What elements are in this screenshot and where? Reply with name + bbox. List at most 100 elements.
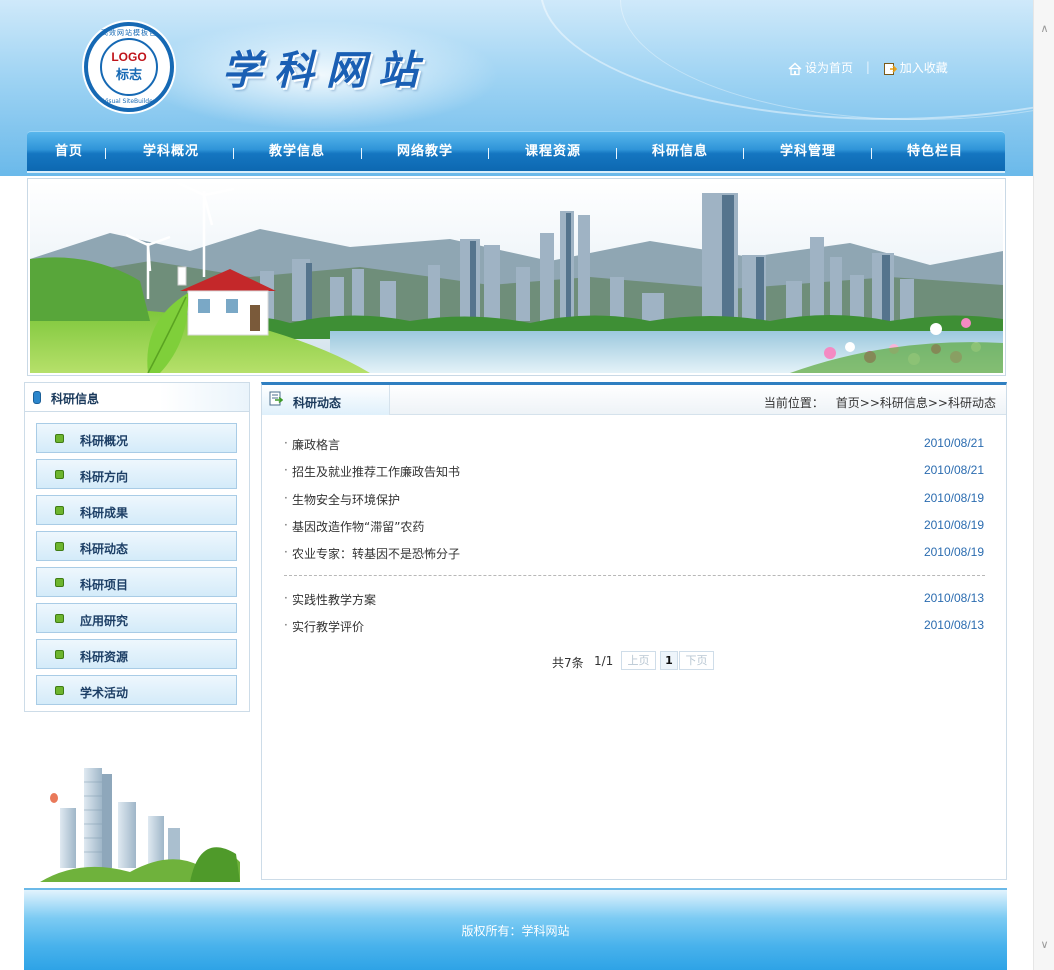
scroll-down-icon[interactable]: ∨ bbox=[1034, 936, 1054, 954]
set-home-link[interactable]: 设为首页 bbox=[788, 59, 853, 76]
site-title: 学科网站 bbox=[222, 47, 430, 94]
news-title-link[interactable]: 生物安全与环境保护 bbox=[292, 491, 400, 508]
copyright-text: 版权所有：学科网站 bbox=[461, 924, 570, 938]
sidebar-item-label[interactable]: 科研概况 bbox=[80, 432, 128, 449]
list-item[interactable]: · 招生及就业推荐工作廉政告知书 2010/08/21 bbox=[284, 463, 984, 483]
sidebar-item-label[interactable]: 学术活动 bbox=[80, 684, 128, 701]
bullet: · bbox=[284, 491, 288, 505]
scroll-up-icon[interactable]: ∧ bbox=[1034, 20, 1054, 38]
list-item[interactable]: · 廉政格言 2010/08/21 bbox=[284, 436, 984, 456]
content-header: 科研动态 当前位置： 首页>>科研信息>>科研动态 bbox=[262, 385, 1006, 415]
battery-icon bbox=[33, 391, 41, 404]
sidebar-item-research-results[interactable]: 科研成果 bbox=[36, 495, 237, 525]
tab-research-news[interactable]: 科研动态 bbox=[262, 385, 390, 415]
news-title-link[interactable]: 农业专家：转基因不是恐怖分子 bbox=[292, 545, 460, 562]
bookmark-icon bbox=[883, 62, 897, 75]
nav-separator bbox=[105, 148, 106, 159]
add-favorite-label[interactable]: 加入收藏 bbox=[900, 61, 948, 75]
top-links: 设为首页 | 加入收藏 bbox=[788, 59, 948, 77]
sidebar-item-research-projects[interactable]: 科研项目 bbox=[36, 567, 237, 597]
news-title-link[interactable]: 实行教学评价 bbox=[292, 618, 364, 635]
arrow-bullet-icon bbox=[55, 542, 64, 551]
arrow-bullet-icon bbox=[55, 686, 64, 695]
arrow-bullet-icon bbox=[55, 434, 64, 443]
sidebar-item-label[interactable]: 科研资源 bbox=[80, 648, 128, 665]
bullet: · bbox=[284, 436, 288, 450]
news-title-link[interactable]: 基因改造作物“滞留”农药 bbox=[292, 518, 424, 535]
nav-separator bbox=[616, 148, 617, 159]
nav-item-teaching-info[interactable]: 教学信息 bbox=[247, 132, 347, 172]
sidebar-item-research-overview[interactable]: 科研概况 bbox=[36, 423, 237, 453]
nav-item-research-info[interactable]: 科研信息 bbox=[630, 132, 730, 172]
vertical-scrollbar[interactable]: ∧ ∨ bbox=[1033, 0, 1054, 970]
nav-separator bbox=[233, 148, 234, 159]
prev-page-button[interactable]: 上页 bbox=[621, 651, 656, 670]
news-date: 2010/08/19 bbox=[923, 518, 984, 532]
site-logo[interactable]: 高效网站模板包 LOGO 标志 Visual SiteBuilder bbox=[84, 22, 174, 112]
page-info: 1/1 bbox=[594, 654, 614, 668]
arrow-bullet-icon bbox=[55, 470, 64, 479]
logo-ring-text: 高效网站模板包 bbox=[101, 29, 157, 37]
add-favorite-link[interactable]: 加入收藏 bbox=[883, 59, 948, 76]
nav-separator bbox=[743, 148, 744, 159]
sidebar-item-research-news[interactable]: 科研动态 bbox=[36, 531, 237, 561]
sidebar-title: 科研信息 bbox=[51, 392, 100, 406]
bullet: · bbox=[284, 518, 288, 532]
banner-image bbox=[27, 178, 1006, 376]
sidebar-item-label[interactable]: 科研项目 bbox=[80, 576, 128, 593]
list-item[interactable]: · 生物安全与环境保护 2010/08/19 bbox=[284, 491, 984, 511]
tab-title: 科研动态 bbox=[293, 396, 342, 410]
sidebar-item-label[interactable]: 应用研究 bbox=[80, 612, 128, 629]
arrow-bullet-icon bbox=[55, 578, 64, 587]
news-date: 2010/08/21 bbox=[923, 463, 984, 477]
sidebar-item-applied-research[interactable]: 应用研究 bbox=[36, 603, 237, 633]
bullet: · bbox=[284, 618, 288, 632]
sidebar-item-label[interactable]: 科研方向 bbox=[80, 468, 128, 485]
nav-item-online-teaching[interactable]: 网络教学 bbox=[375, 132, 475, 172]
logo-emblem: LOGO 标志 bbox=[100, 38, 158, 96]
main-content: 科研动态 当前位置： 首页>>科研信息>>科研动态 · 廉政格言 2010/08… bbox=[261, 382, 1007, 880]
current-page-button[interactable]: 1 bbox=[660, 651, 678, 670]
city-landscape-illustration bbox=[30, 181, 1003, 373]
nav-item-overview[interactable]: 学科概况 bbox=[121, 132, 221, 172]
set-home-label[interactable]: 设为首页 bbox=[805, 61, 853, 75]
sidebar-item-label[interactable]: 科研成果 bbox=[80, 504, 128, 521]
sidebar-header: 科研信息 bbox=[25, 383, 249, 412]
breadcrumb-path[interactable]: 首页>>科研信息>>科研动态 bbox=[836, 396, 996, 410]
news-date: 2010/08/19 bbox=[923, 491, 984, 505]
nav-item-course-resources[interactable]: 课程资源 bbox=[503, 132, 603, 172]
list-item[interactable]: · 实践性教学方案 2010/08/13 bbox=[284, 591, 984, 611]
sidebar-item-academic-activities[interactable]: 学术活动 bbox=[36, 675, 237, 705]
total-count: 共7条 bbox=[552, 656, 584, 670]
nav-separator bbox=[871, 148, 872, 159]
news-date: 2010/08/19 bbox=[923, 545, 984, 559]
logo-text: LOGO bbox=[111, 50, 147, 64]
sidebar-item-research-resources[interactable]: 科研资源 bbox=[36, 639, 237, 669]
main-nav: 首页 学科概况 教学信息 网络教学 课程资源 科研信息 学科管理 特色栏目 bbox=[27, 131, 1005, 171]
news-title-link[interactable]: 廉政格言 bbox=[292, 436, 340, 453]
nav-separator bbox=[488, 148, 489, 159]
news-title-link[interactable]: 招生及就业推荐工作廉政告知书 bbox=[292, 463, 460, 480]
next-page-button[interactable]: 下页 bbox=[679, 651, 714, 670]
sidebar-item-research-direction[interactable]: 科研方向 bbox=[36, 459, 237, 489]
list-item[interactable]: · 基因改造作物“滞留”农药 2010/08/19 bbox=[284, 518, 984, 538]
site-footer: 版权所有：学科网站 bbox=[24, 890, 1007, 970]
link-separator: | bbox=[865, 60, 870, 74]
sidebar-item-label[interactable]: 科研动态 bbox=[80, 540, 128, 557]
document-arrow-icon bbox=[269, 391, 283, 406]
list-item[interactable]: · 实行教学评价 2010/08/13 bbox=[284, 618, 984, 638]
list-divider bbox=[284, 575, 985, 576]
bullet: · bbox=[284, 591, 288, 605]
nav-item-featured[interactable]: 特色栏目 bbox=[885, 132, 985, 172]
news-date: 2010/08/13 bbox=[923, 591, 984, 605]
bullet: · bbox=[284, 463, 288, 477]
news-title-link[interactable]: 实践性教学方案 bbox=[292, 591, 376, 608]
home-icon bbox=[788, 61, 802, 75]
nav-item-discipline-mgmt[interactable]: 学科管理 bbox=[758, 132, 858, 172]
list-item[interactable]: · 农业专家：转基因不是恐怖分子 2010/08/19 bbox=[284, 545, 984, 565]
breadcrumb: 当前位置： 首页>>科研信息>>科研动态 bbox=[764, 394, 996, 411]
nav-separator bbox=[361, 148, 362, 159]
news-date: 2010/08/21 bbox=[923, 436, 984, 450]
nav-item-home[interactable]: 首页 bbox=[41, 132, 97, 172]
arrow-bullet-icon bbox=[55, 650, 64, 659]
